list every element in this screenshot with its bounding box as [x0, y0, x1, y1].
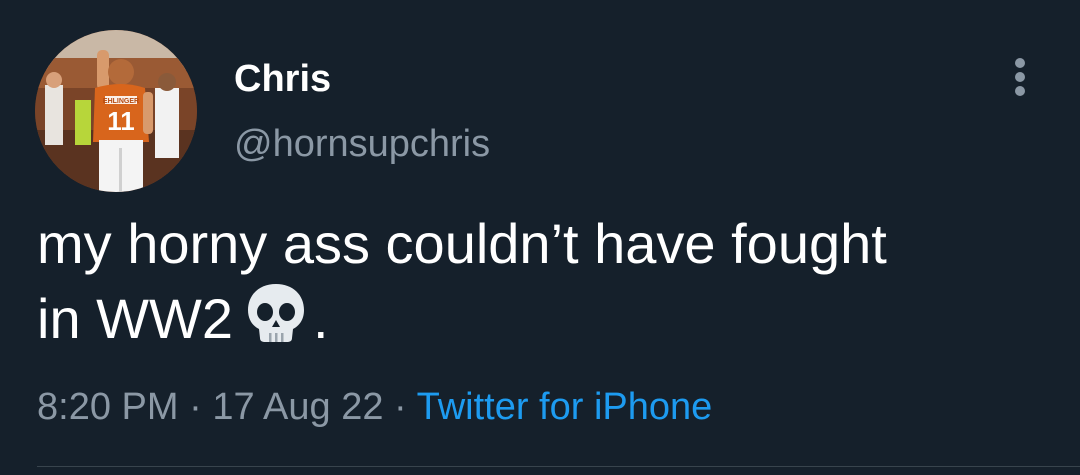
tweet-text-line-1: my horny ass couldn’t have fought	[37, 212, 887, 275]
tweet-text: my horny ass couldn’t have fought in WW2…	[37, 208, 1057, 355]
more-vertical-icon	[1015, 58, 1025, 68]
football-player-avatar-icon: 11 EHLINGER	[35, 30, 197, 192]
tweet-text-line-2-suffix: .	[313, 287, 329, 350]
more-vertical-icon-dot-3	[1015, 86, 1025, 96]
tweet-source-link[interactable]: Twitter for iPhone	[417, 386, 713, 428]
avatar-jersey-number: 11	[107, 106, 135, 136]
meta-separator: ·	[383, 386, 417, 428]
author-display-name[interactable]: Chris	[234, 56, 331, 102]
author-handle[interactable]: @hornsupchris	[234, 121, 490, 167]
more-options-button[interactable]	[1000, 52, 1040, 102]
skull-icon	[248, 284, 304, 342]
tweet-date[interactable]: 17 Aug 22	[212, 386, 383, 428]
tweet-text-line-2: in WW2 .	[37, 280, 1057, 355]
author-avatar[interactable]: 11 EHLINGER	[35, 30, 197, 192]
tweet-time[interactable]: 8:20 PM	[37, 386, 179, 428]
tweet-metadata: 8:20 PM · 17 Aug 22 · Twitter for iPhone	[37, 384, 712, 430]
divider	[37, 466, 1080, 467]
more-vertical-icon-dot-2	[1015, 72, 1025, 82]
meta-separator: ·	[178, 386, 213, 428]
tweet-text-line-2-prefix: in WW2	[37, 287, 233, 350]
avatar-jersey-name: EHLINGER	[103, 98, 139, 105]
